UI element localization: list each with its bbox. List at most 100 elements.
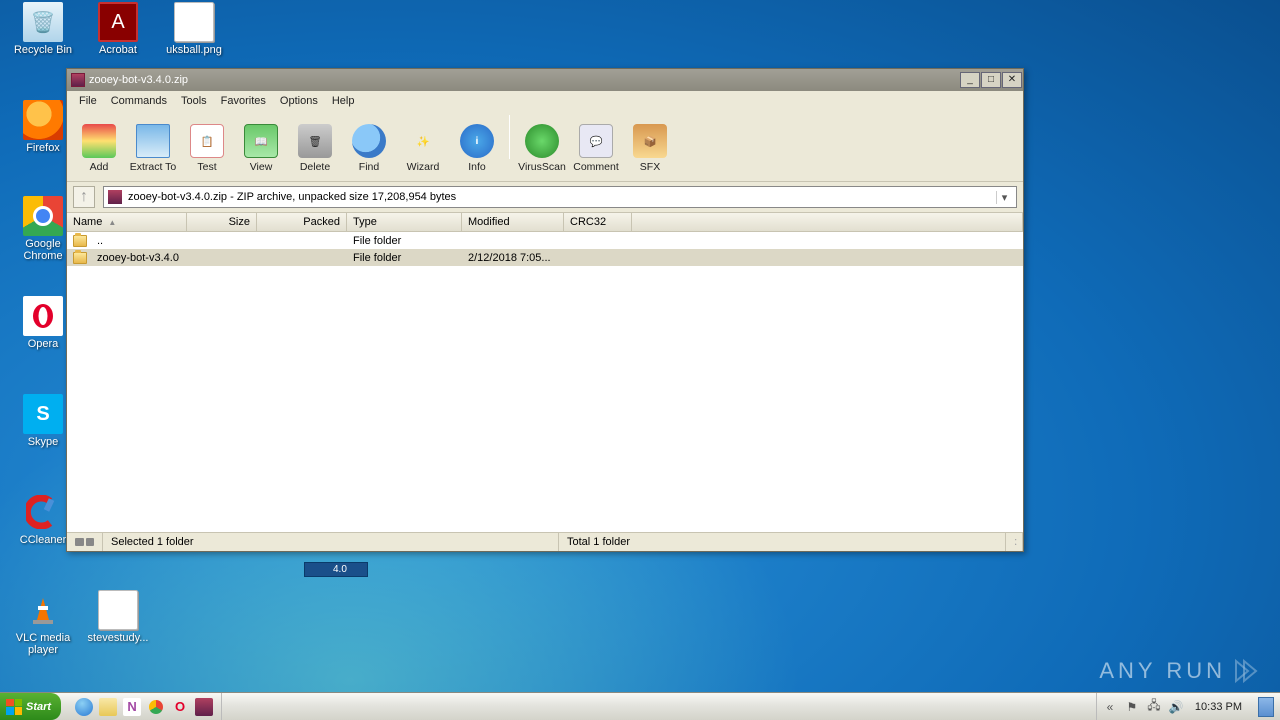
col-rest — [632, 213, 1023, 231]
menu-options[interactable]: Options — [274, 93, 324, 109]
toolbar-find[interactable]: Find — [343, 122, 395, 175]
desktop-uksball[interactable]: uksball.png — [158, 2, 230, 56]
toolbar-sfx[interactable]: 📦SFX — [624, 122, 676, 175]
test-icon: 📋 — [190, 124, 224, 158]
delete-icon: 🗑 — [298, 124, 332, 158]
clock[interactable]: 10:33 PM — [1191, 701, 1246, 713]
desktop-icon-label: Recycle Bin — [7, 44, 79, 56]
address-text: zooey-bot-v3.4.0.zip - ZIP archive, unpa… — [128, 191, 456, 203]
tray-flag-icon[interactable]: ⚑ — [1125, 700, 1139, 714]
toolbar-extract[interactable]: Extract To — [127, 122, 179, 175]
virusscan-icon — [525, 124, 559, 158]
resize-grip[interactable]: .:: — [1006, 533, 1023, 551]
toolbar-comment[interactable]: 💬Comment — [570, 122, 622, 175]
start-button[interactable]: Start — [0, 693, 61, 720]
toolbar-add[interactable]: Add — [73, 122, 125, 175]
folder-icon — [73, 252, 87, 264]
desktop-stevestudy[interactable]: stevestudy... — [82, 590, 154, 644]
toolbar-test[interactable]: 📋Test — [181, 122, 233, 175]
titlebar[interactable]: zooey-bot-v3.4.0.zip _ □ ✕ — [67, 69, 1023, 91]
sort-asc-icon: ▲ — [108, 218, 116, 227]
minimize-button[interactable]: _ — [960, 72, 980, 88]
address-dropdown[interactable]: ▾ — [996, 191, 1012, 204]
file-icon — [174, 2, 214, 42]
extract-icon — [136, 124, 170, 158]
up-button[interactable]: ↑ — [73, 186, 95, 208]
desktop-icon-label: Acrobat — [82, 44, 154, 56]
skype-icon: S — [23, 394, 63, 434]
tray-expand-icon[interactable]: « — [1103, 700, 1117, 714]
close-button[interactable]: ✕ — [1002, 72, 1022, 88]
desktop-icon-label: VLC media player — [7, 632, 79, 656]
status-selected: Selected 1 folder — [103, 533, 559, 551]
window-title: zooey-bot-v3.4.0.zip — [89, 74, 188, 86]
list-item[interactable]: zooey-bot-v3.4.0 File folder 2/12/2018 7… — [67, 249, 1023, 266]
add-icon — [82, 124, 116, 158]
menu-help[interactable]: Help — [326, 93, 361, 109]
ccleaner-icon — [23, 492, 63, 532]
ql-explorer[interactable] — [99, 698, 117, 716]
play-icon — [1232, 658, 1258, 684]
menu-commands[interactable]: Commands — [105, 93, 173, 109]
find-icon — [352, 124, 386, 158]
status-total: Total 1 folder — [559, 533, 1006, 551]
address-bar[interactable]: zooey-bot-v3.4.0.zip - ZIP archive, unpa… — [103, 186, 1017, 208]
tray-network-icon[interactable]: 🖧 — [1147, 700, 1161, 714]
wizard-icon: ✨ — [406, 124, 440, 158]
menu-tools[interactable]: Tools — [175, 93, 213, 109]
col-name[interactable]: Name▲ — [67, 213, 187, 231]
desktop-acrobat[interactable]: A Acrobat — [82, 2, 154, 56]
col-size[interactable]: Size — [187, 213, 257, 231]
col-crc[interactable]: CRC32 — [564, 213, 632, 231]
system-tray: « ⚑ 🖧 🔊 10:33 PM — [1096, 693, 1280, 720]
winrar-window: zooey-bot-v3.4.0.zip _ □ ✕ File Commands… — [66, 68, 1024, 552]
nav-row: ↑ zooey-bot-v3.4.0.zip - ZIP archive, un… — [67, 182, 1023, 213]
menu-favorites[interactable]: Favorites — [215, 93, 272, 109]
chrome-icon — [23, 196, 63, 236]
toolbar-delete[interactable]: 🗑Delete — [289, 122, 341, 175]
info-icon: i — [460, 124, 494, 158]
desktop-recycle-bin[interactable]: 🗑️ Recycle Bin — [7, 2, 79, 56]
col-modified[interactable]: Modified — [462, 213, 564, 231]
winrar-app-icon — [71, 73, 85, 87]
col-packed[interactable]: Packed — [257, 213, 347, 231]
opera-icon — [23, 296, 63, 336]
toolbar-wizard[interactable]: ✨Wizard — [397, 122, 449, 175]
tray-volume-icon[interactable]: 🔊 — [1169, 700, 1183, 714]
toolbar-view[interactable]: 📖View — [235, 122, 287, 175]
vlc-icon — [23, 590, 63, 630]
status-icons[interactable] — [67, 533, 103, 551]
watermark: ANY RUN — [1099, 658, 1258, 684]
view-icon: 📖 — [244, 124, 278, 158]
desktop-vlc[interactable]: VLC media player — [7, 590, 79, 656]
ql-opera[interactable]: O — [171, 698, 189, 716]
ql-onenote[interactable]: N — [123, 698, 141, 716]
toolbar-info[interactable]: iInfo — [451, 122, 503, 175]
ql-chrome[interactable] — [147, 698, 165, 716]
quicklaunch: N O — [67, 693, 222, 720]
list-item[interactable]: .. File folder — [67, 232, 1023, 249]
desktop-icon-label: uksball.png — [158, 44, 230, 56]
file-icon — [98, 590, 138, 630]
taskbar: Start N O « ⚑ 🖧 🔊 10:33 PM — [0, 692, 1280, 720]
sfx-icon: 📦 — [633, 124, 667, 158]
maximize-button[interactable]: □ — [981, 72, 1001, 88]
column-headers: Name▲ Size Packed Type Modified CRC32 — [67, 213, 1023, 232]
taskbar-item-stray[interactable]: 4.0 — [304, 562, 368, 577]
archive-icon — [108, 190, 122, 204]
col-type[interactable]: Type — [347, 213, 462, 231]
menubar: File Commands Tools Favorites Options He… — [67, 91, 1023, 111]
menu-file[interactable]: File — [73, 93, 103, 109]
firefox-icon — [23, 100, 63, 140]
folder-icon — [73, 235, 87, 247]
windows-flag-icon — [6, 699, 22, 715]
toolbar-virusscan[interactable]: VirusScan — [516, 122, 568, 175]
comment-icon: 💬 — [579, 124, 613, 158]
recycle-bin-icon: 🗑️ — [23, 2, 63, 42]
toolbar-separator — [509, 115, 510, 159]
acrobat-icon: A — [98, 2, 138, 42]
ql-winrar[interactable] — [195, 698, 213, 716]
file-list[interactable]: .. File folder zooey-bot-v3.4.0 File fol… — [67, 232, 1023, 532]
ql-ie[interactable] — [75, 698, 93, 716]
show-desktop-button[interactable] — [1258, 697, 1274, 717]
